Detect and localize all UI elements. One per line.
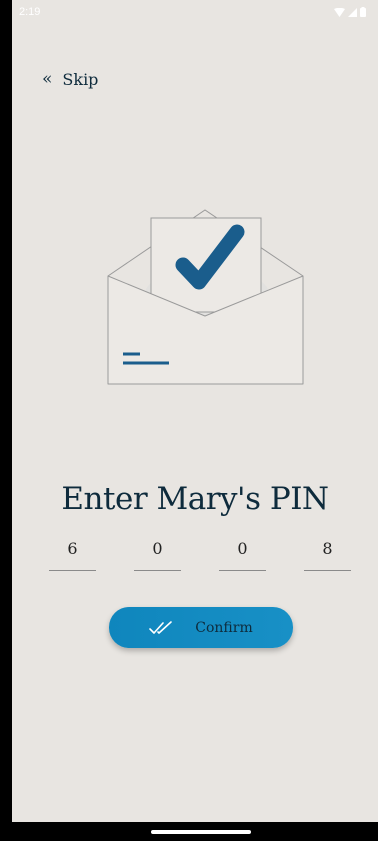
pin-digit-4[interactable]: 8 [304, 535, 351, 571]
status-bar: 2:19 [12, 0, 378, 26]
phone-frame: 2:19 « Skip Enter Mary's PIN 6 0 0 8 Con… [0, 0, 378, 841]
double-check-icon [149, 620, 173, 634]
home-indicator[interactable] [151, 830, 251, 834]
skip-label: Skip [62, 70, 99, 89]
status-time: 2:19 [19, 6, 41, 18]
pin-digit-1[interactable]: 6 [49, 535, 96, 571]
envelope-check-icon [107, 209, 304, 385]
double-chevron-left-icon: « [42, 69, 53, 89]
skip-button[interactable]: « Skip [42, 70, 98, 89]
pin-digit-3[interactable]: 0 [219, 535, 266, 571]
signal-icon [348, 7, 357, 17]
confirm-button[interactable]: Confirm [109, 607, 293, 648]
confirm-label: Confirm [195, 619, 253, 636]
screen: 2:19 « Skip Enter Mary's PIN 6 0 0 8 Con… [12, 0, 378, 822]
wifi-icon [334, 7, 345, 17]
status-icons [334, 7, 366, 17]
page-title: Enter Mary's PIN [61, 481, 329, 517]
battery-icon [360, 7, 366, 17]
pin-digit-2[interactable]: 0 [134, 535, 181, 571]
